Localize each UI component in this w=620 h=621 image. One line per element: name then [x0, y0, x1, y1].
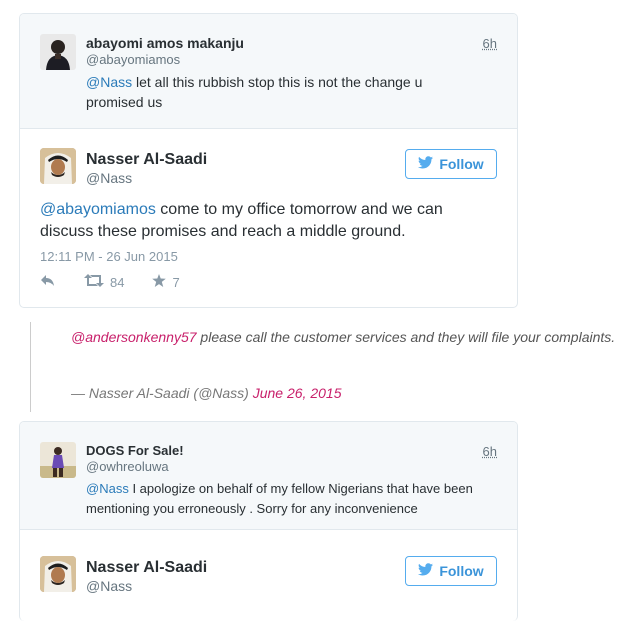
- avatar[interactable]: [40, 34, 76, 70]
- mention-link[interactable]: @abayomiamos: [40, 201, 156, 218]
- avatar[interactable]: [40, 556, 76, 592]
- embedded-tweet-card-2: DOGS For Sale! @owhreoluwa 6h @Nass I ap…: [19, 421, 518, 621]
- tweet-text: @abayomiamos come to my office tomorrow …: [40, 199, 480, 243]
- twitter-bird-icon: [418, 563, 434, 579]
- star-icon: [152, 274, 167, 290]
- reply-author-handle[interactable]: @abayomiamos: [86, 52, 180, 67]
- follow-button[interactable]: Follow: [405, 556, 497, 586]
- reply-text: @Nass let all this rubbish stop this is …: [86, 72, 476, 112]
- reply-author-name[interactable]: abayomi amos makanju: [86, 35, 244, 51]
- reply-icon: [40, 274, 56, 290]
- embedded-tweet-card-1: abayomi amos makanju @abayomiamos 6h @Na…: [19, 13, 518, 308]
- tweet-author-handle[interactable]: @Nass: [86, 578, 132, 594]
- reply-timestamp[interactable]: 6h: [483, 444, 497, 459]
- mention-link[interactable]: @Nass: [86, 481, 129, 496]
- retweet-icon: [84, 274, 104, 290]
- reply-text: @Nass I apologize on behalf of my fellow…: [86, 479, 476, 519]
- reply-body: let all this rubbish stop this is not th…: [86, 74, 423, 110]
- quote-author: — Nasser Al-Saadi (@Nass): [71, 385, 253, 401]
- quote-attribution: — Nasser Al-Saadi (@Nass) June 26, 2015: [71, 385, 341, 401]
- quote-text: @andersonkenny57 please call the custome…: [71, 326, 616, 348]
- avatar[interactable]: [40, 148, 76, 184]
- in-reply-to-box: DOGS For Sale! @owhreoluwa 6h @Nass I ap…: [20, 422, 517, 530]
- follow-label: Follow: [439, 156, 484, 172]
- reply-body: I apologize on behalf of my fellow Niger…: [86, 481, 473, 516]
- quote-body: please call the customer services and th…: [196, 329, 616, 345]
- reply-author-name[interactable]: DOGS For Sale!: [86, 443, 184, 458]
- tweet-author-name[interactable]: Nasser Al-Saadi: [86, 559, 207, 577]
- in-reply-to-box: abayomi amos makanju @abayomiamos 6h @Na…: [20, 14, 517, 129]
- quote-date-link[interactable]: June 26, 2015: [253, 385, 342, 401]
- follow-label: Follow: [439, 563, 484, 579]
- tweet-date[interactable]: 12:11 PM - 26 Jun 2015: [40, 249, 178, 264]
- tweet-author-handle[interactable]: @Nass: [86, 170, 132, 186]
- reply-action[interactable]: [40, 274, 56, 290]
- retweet-action[interactable]: 84: [84, 274, 124, 290]
- mention-link[interactable]: @Nass: [86, 74, 132, 90]
- favorite-count: 7: [172, 274, 180, 290]
- blockquote-tweet: @andersonkenny57 please call the custome…: [30, 322, 620, 412]
- tweet-author-name[interactable]: Nasser Al-Saadi: [86, 151, 207, 169]
- twitter-bird-icon: [418, 156, 434, 172]
- retweet-count: 84: [110, 274, 125, 290]
- reply-timestamp[interactable]: 6h: [483, 36, 497, 51]
- avatar[interactable]: [40, 442, 76, 478]
- reply-author-handle[interactable]: @owhreoluwa: [86, 459, 169, 474]
- mention-link[interactable]: @andersonkenny57: [71, 329, 197, 345]
- follow-button[interactable]: Follow: [405, 149, 497, 179]
- favorite-action[interactable]: 7: [152, 274, 180, 290]
- tweet-actions: 84 7: [40, 274, 208, 290]
